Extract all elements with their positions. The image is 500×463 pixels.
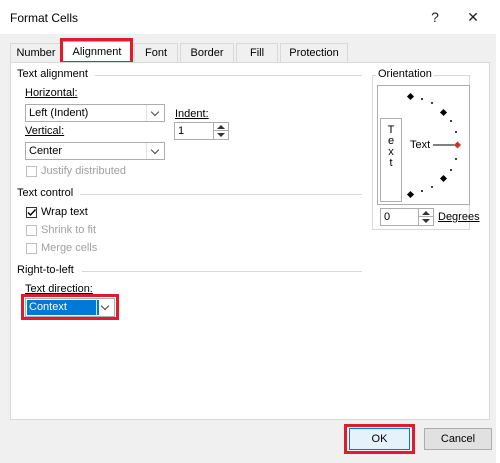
horizontal-label: Horizontal:	[25, 87, 78, 99]
group-divider	[95, 75, 362, 76]
degrees-label: Degrees	[438, 211, 480, 223]
cancel-button[interactable]: Cancel	[424, 428, 492, 450]
shrink-to-fit-checkbox[interactable]	[26, 225, 37, 236]
orientation-control[interactable]: T e x t Text	[377, 85, 470, 205]
justify-distributed-checkbox[interactable]	[26, 166, 37, 177]
tab-border[interactable]: Border	[180, 43, 234, 62]
format-cells-dialog: Format Cells ? ✕ Number Alignment Font B…	[0, 0, 496, 463]
tab-protection[interactable]: Protection	[280, 43, 348, 62]
wrap-text-checkbox[interactable]	[26, 207, 37, 218]
vertical-text-button[interactable]: T e x t	[380, 118, 402, 202]
dialog-title: Format Cells	[10, 11, 79, 25]
spin-down-icon	[422, 219, 430, 223]
justify-distributed-label: Justify distributed	[41, 165, 126, 177]
chevron-down-icon	[146, 105, 164, 121]
merge-cells-label: Merge cells	[41, 242, 98, 254]
degrees-spin-buttons[interactable]	[418, 209, 433, 225]
alignment-tab-highlight	[60, 38, 133, 64]
vertical-value: Center	[29, 145, 63, 157]
vertical-label: Vertical:	[25, 125, 65, 137]
shrink-to-fit-label: Shrink to fit	[41, 224, 97, 236]
wrap-text-label: Wrap text	[41, 206, 88, 218]
horizontal-dropdown[interactable]: Left (Indent)	[25, 104, 165, 122]
spin-up-icon	[422, 211, 430, 215]
title-bar: Format Cells ? ✕	[0, 0, 496, 34]
background-spreadsheet-edge	[496, 0, 500, 463]
indent-value: 1	[178, 125, 185, 137]
tab-number[interactable]: Number	[10, 43, 62, 62]
dial-text-label: Text	[410, 139, 431, 151]
help-button[interactable]: ?	[420, 6, 450, 28]
right-to-left-group-title: Right-to-left	[17, 264, 74, 276]
checkmark-icon	[27, 209, 37, 217]
indent-label: Indent:	[175, 108, 209, 120]
merge-cells-checkbox[interactable]	[26, 243, 37, 254]
spin-up-icon	[217, 125, 225, 129]
degrees-value: 0	[384, 211, 391, 223]
horizontal-value: Left (Indent)	[29, 107, 89, 119]
chevron-down-icon	[146, 143, 164, 159]
degrees-spinner[interactable]: 0	[380, 208, 434, 226]
tab-font[interactable]: Font	[134, 43, 178, 62]
close-button[interactable]: ✕	[458, 6, 488, 28]
vertical-letter: t	[389, 157, 393, 169]
vertical-dropdown[interactable]: Center	[25, 142, 165, 160]
ok-button-highlight	[344, 424, 415, 454]
group-divider	[80, 194, 362, 195]
group-divider	[82, 271, 362, 272]
text-alignment-group-title: Text alignment	[17, 68, 88, 80]
tab-fill[interactable]: Fill	[236, 43, 278, 62]
orientation-group-title: Orientation	[376, 68, 434, 80]
indent-spinner[interactable]: 1	[174, 122, 229, 140]
text-direction-highlight	[21, 294, 119, 320]
text-control-group-title: Text control	[17, 187, 74, 199]
indent-spin-buttons[interactable]	[213, 123, 228, 139]
spin-down-icon	[217, 133, 225, 137]
